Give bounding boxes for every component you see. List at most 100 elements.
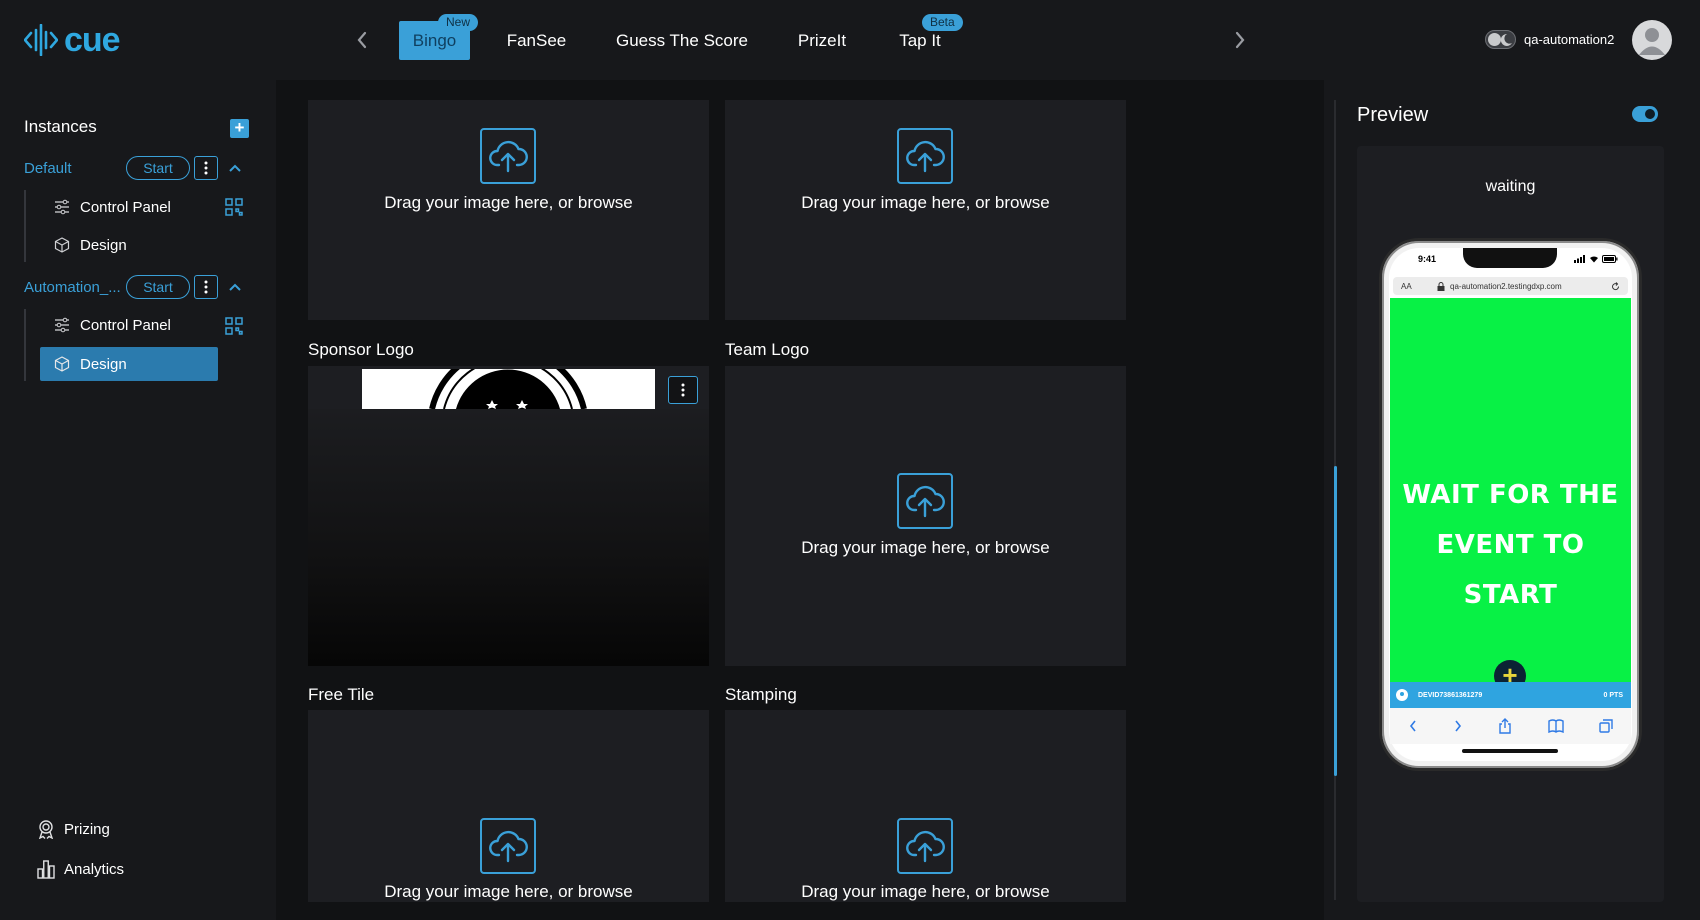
tree-line [24, 309, 26, 381]
cube-icon [54, 237, 70, 253]
free-tile-label: Free Tile [308, 685, 375, 704]
cloud-upload-icon [489, 140, 528, 173]
cloud-upload-icon [906, 830, 945, 863]
sidebar-item-design-active[interactable]: Design [40, 347, 218, 381]
battery-icon [1602, 255, 1618, 263]
drag-text: Drag your image here, or browse [384, 193, 633, 212]
instance-name-automation[interactable]: Automation_... [24, 279, 121, 296]
upload-button[interactable] [897, 818, 953, 874]
more-vertical-icon [204, 280, 208, 294]
tab-prizeit[interactable]: PrizeIt [792, 21, 852, 60]
chevron-up-icon [229, 283, 241, 291]
phone-browser-bar [1390, 708, 1631, 744]
collapse-button[interactable] [225, 158, 245, 178]
lock-icon [1437, 281, 1445, 291]
tab-guess-the-score[interactable]: Guess The Score [612, 21, 752, 60]
sidebar-item-label: Control Panel [80, 316, 171, 334]
cloud-upload-icon [489, 830, 528, 863]
user-avatar[interactable] [1632, 20, 1672, 60]
forward-icon [1455, 720, 1462, 732]
upload-button[interactable] [480, 818, 536, 874]
sidebar-item-label: Analytics [64, 860, 125, 878]
preview-status: waiting [1485, 178, 1536, 195]
sidebar-item-control-panel[interactable]: Control Panel [40, 308, 220, 342]
upload-button[interactable] [480, 128, 536, 184]
sliders-icon [55, 199, 69, 215]
phone-footer: DEVID73861361279 0 PTS [1390, 682, 1631, 708]
tabs-next-arrow[interactable] [1226, 26, 1254, 54]
tabs-icon [1599, 719, 1613, 733]
add-instance-button[interactable]: + [230, 119, 249, 138]
device-id: DEVID73861361279 [1418, 691, 1483, 699]
sidebar-item-control-panel[interactable]: Control Panel [40, 190, 220, 224]
more-vertical-icon [204, 161, 208, 175]
sidebar-item-label: Design [80, 236, 127, 254]
image-options-button[interactable] [668, 376, 698, 404]
sponsor-logo-backdrop [308, 409, 709, 666]
user-icon [1639, 28, 1665, 55]
scrollbar-thumb[interactable] [1334, 466, 1337, 776]
instance-menu-button[interactable] [194, 275, 218, 299]
upload-button[interactable] [897, 473, 953, 529]
sidebar-item-analytics[interactable]: Analytics [36, 856, 124, 882]
drag-text: Drag your image here, or browse [801, 193, 1050, 212]
beta-badge: Beta [922, 14, 963, 31]
wait-message-line1: WAIT FOR THE [1402, 480, 1619, 510]
upload-button[interactable] [897, 128, 953, 184]
preview-toggle[interactable] [1632, 106, 1658, 122]
sidebar-item-design[interactable]: Design [40, 228, 220, 262]
chevron-up-icon [229, 164, 241, 172]
award-icon [38, 820, 54, 839]
sidebar-item-label: Prizing [64, 820, 110, 838]
sponsor-logo-graphic [429, 369, 587, 409]
cue-logo[interactable]: cue [24, 21, 121, 59]
phone-url: qa-automation2.testingdxp.com [1450, 281, 1562, 291]
phone-notch [1463, 248, 1557, 268]
cloud-upload-icon [906, 485, 945, 518]
share-icon [1499, 718, 1512, 734]
drag-text: Drag your image here, or browse [801, 538, 1050, 557]
sponsor-logo-image [362, 369, 655, 409]
wifi-icon [1590, 256, 1598, 263]
username-label[interactable]: qa-automation2 [1524, 32, 1614, 47]
reload-icon [1612, 281, 1620, 290]
logo-text: cue [64, 21, 121, 59]
phone-home-indicator [1462, 749, 1558, 753]
profile-icon [1396, 689, 1408, 701]
instance-menu-button[interactable] [194, 156, 218, 180]
qr-code-icon[interactable] [224, 197, 244, 217]
tree-line [24, 190, 26, 262]
drag-text: Drag your image here, or browse [384, 882, 633, 901]
sidebar-item-label: Control Panel [80, 198, 171, 216]
status-icons [1574, 255, 1618, 263]
wait-message-line2: EVENT TO START [1436, 530, 1585, 610]
wait-message: WAIT FOR THE EVENT TO START [1390, 470, 1631, 620]
dark-mode-toggle-icon [1485, 30, 1516, 49]
soundwave-icon [24, 24, 58, 56]
sliders-icon [55, 317, 69, 333]
start-button[interactable]: Start [126, 275, 190, 299]
collapse-button[interactable] [225, 277, 245, 297]
instances-title: Instances [24, 117, 97, 136]
start-button[interactable]: Start [126, 156, 190, 180]
chevron-left-icon [357, 31, 367, 49]
points-label: 0 PTS [1603, 691, 1623, 699]
cube-icon [54, 356, 70, 372]
team-logo-label: Team Logo [725, 340, 810, 359]
preview-title: Preview [1357, 104, 1429, 126]
tabs-prev-arrow[interactable] [348, 26, 376, 54]
cloud-upload-icon [906, 140, 945, 173]
instance-name-default[interactable]: Default [24, 160, 72, 177]
sidebar-item-prizing[interactable]: Prizing [36, 816, 110, 842]
drag-text: Drag your image here, or browse [801, 882, 1050, 901]
sponsor-logo-label: Sponsor Logo [308, 340, 414, 359]
text-size-label: AA [1401, 281, 1412, 291]
bookmarks-icon [1548, 719, 1564, 733]
sidebar-item-label: Design [80, 355, 127, 373]
status-time: 9:41 [1418, 254, 1437, 264]
back-icon [1409, 720, 1416, 732]
phone-url-bar: AA qa-automation2.testingdxp.com [1393, 277, 1628, 295]
theme-toggle[interactable] [1485, 30, 1516, 49]
qr-code-icon[interactable] [224, 316, 244, 336]
tab-fansee[interactable]: FanSee [500, 21, 573, 60]
